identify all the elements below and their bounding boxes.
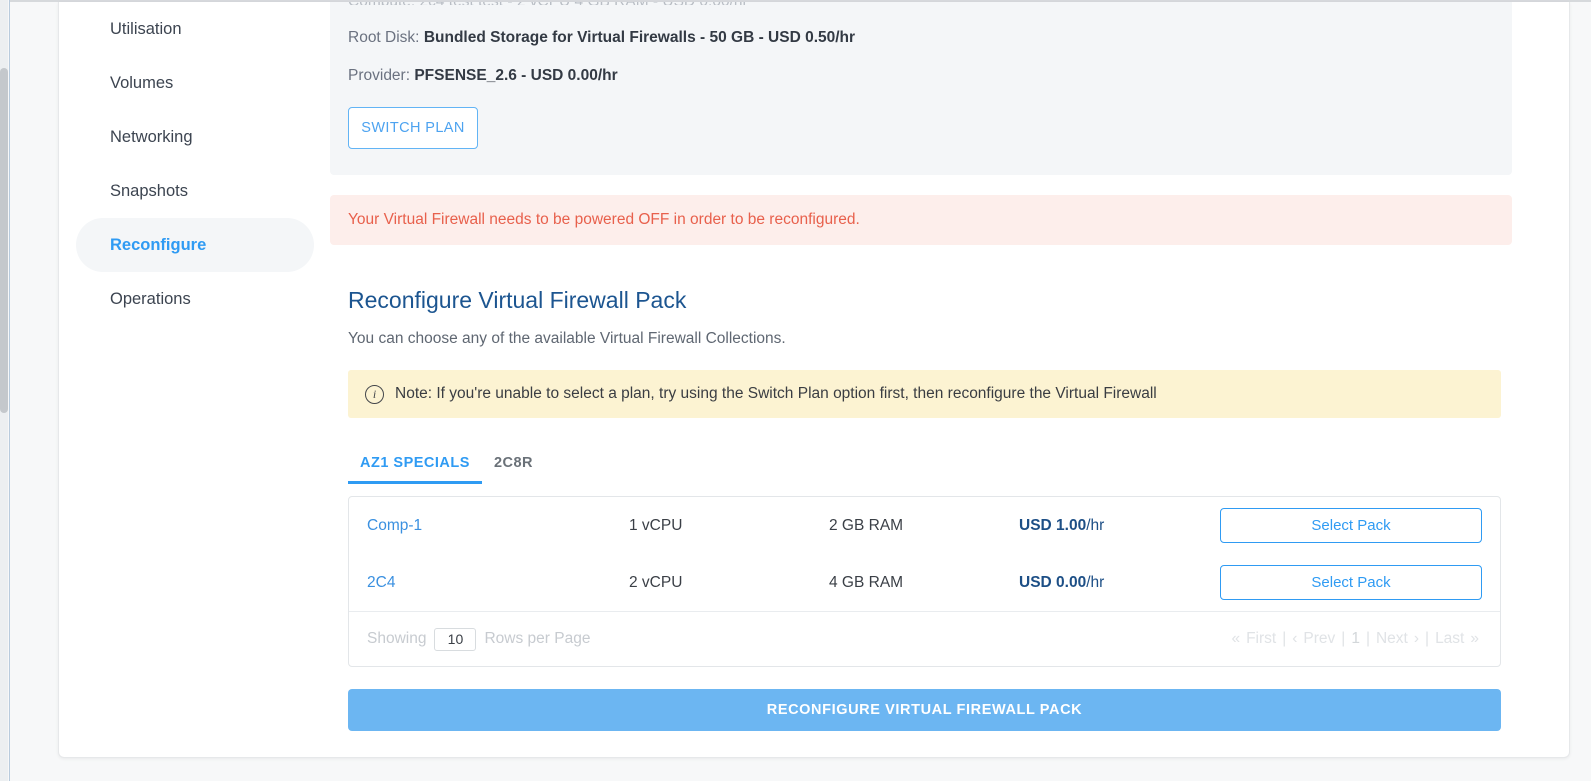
- content-card: Utilisation Volumes Networking Snapshots…: [58, 2, 1570, 758]
- sidebar-nav: Utilisation Volumes Networking Snapshots…: [76, 2, 314, 326]
- sidebar-item-label: Volumes: [110, 74, 173, 93]
- pager-separator: |: [1279, 630, 1289, 648]
- plan-price: USD 1.00/hr: [1019, 517, 1209, 535]
- plan-name-link[interactable]: Comp-1: [367, 517, 629, 535]
- switch-plan-button[interactable]: SWITCH PLAN: [348, 107, 478, 149]
- pager-separator: |: [1338, 630, 1348, 648]
- root-disk-value: Bundled Storage for Virtual Firewalls - …: [424, 29, 855, 46]
- first-chevron-icon[interactable]: «: [1228, 630, 1243, 648]
- plan-action-cell: Select Pack: [1209, 565, 1482, 600]
- sidebar-item-volumes[interactable]: Volumes: [76, 56, 314, 110]
- summary-line-root-disk: Root Disk: Bundled Storage for Virtual F…: [330, 14, 1512, 68]
- plan-price-amount: USD 1.00: [1019, 517, 1086, 534]
- showing-label: Showing: [367, 630, 426, 648]
- sidebar-item-label: Operations: [110, 290, 191, 309]
- error-banner: Your Virtual Firewall needs to be powere…: [330, 195, 1512, 245]
- plan-ram: 4 GB RAM: [829, 574, 1019, 592]
- pager-separator: |: [1363, 630, 1373, 648]
- sidebar-item-networking[interactable]: Networking: [76, 110, 314, 164]
- browser-vertical-scrollbar[interactable]: [0, 0, 8, 781]
- sidebar-item-reconfigure[interactable]: Reconfigure: [76, 218, 314, 272]
- pagination-row: Showing Rows per Page « First | ‹ Prev |…: [349, 611, 1500, 666]
- rows-per-page-label: Rows per Page: [484, 630, 590, 648]
- summary-line-provider: Provider: PFSENSE_2.6 - USD 0.00/hr: [330, 68, 1512, 108]
- plan-collection-tabs: AZ1 SPECIALS 2C8R: [348, 448, 1512, 484]
- pager-prev-button[interactable]: Prev: [1300, 630, 1338, 648]
- tab-2c8r[interactable]: 2C8R: [482, 455, 545, 484]
- plan-price-unit: /hr: [1086, 574, 1104, 591]
- prev-chevron-icon[interactable]: ‹: [1289, 630, 1300, 648]
- pager-next-button[interactable]: Next: [1373, 630, 1411, 648]
- plan-summary-panel: Compute: 2c4 test test - 2 vCPU 4 GB RAM…: [330, 2, 1512, 175]
- sidebar-item-label: Utilisation: [110, 20, 182, 39]
- plan-cpu: 1 vCPU: [629, 517, 829, 535]
- main-column: Compute: 2c4 test test - 2 vCPU 4 GB RAM…: [330, 2, 1512, 731]
- provider-value: PFSENSE_2.6 - USD 0.00/hr: [414, 67, 617, 84]
- sidebar-item-operations[interactable]: Operations: [76, 272, 314, 326]
- plan-cpu: 2 vCPU: [629, 574, 829, 592]
- sidebar-item-label: Networking: [110, 128, 193, 147]
- note-text: Note: If you're unable to select a plan,…: [395, 385, 1157, 403]
- sidebar-item-utilisation[interactable]: Utilisation: [76, 2, 314, 56]
- sidebar-item-label: Reconfigure: [110, 236, 206, 255]
- pager-last-button[interactable]: Last: [1432, 630, 1467, 648]
- table-row[interactable]: 2C4 2 vCPU 4 GB RAM USD 0.00/hr Select P…: [349, 554, 1500, 611]
- root-disk-label: Root Disk:: [348, 29, 420, 46]
- tab-az1-specials[interactable]: AZ1 SPECIALS: [348, 455, 482, 484]
- select-pack-button[interactable]: Select Pack: [1220, 508, 1482, 543]
- select-pack-button[interactable]: Select Pack: [1220, 565, 1482, 600]
- note-banner: i Note: If you're unable to select a pla…: [348, 370, 1501, 418]
- last-chevron-icon[interactable]: »: [1467, 630, 1482, 648]
- plan-price-unit: /hr: [1086, 517, 1104, 534]
- table-row[interactable]: Comp-1 1 vCPU 2 GB RAM USD 1.00/hr Selec…: [349, 497, 1500, 554]
- plan-name-link[interactable]: 2C4: [367, 574, 629, 592]
- provider-label: Provider:: [348, 67, 410, 84]
- pager-controls: « First | ‹ Prev | 1 | Next › | Last »: [1228, 630, 1482, 648]
- info-circle-icon: i: [365, 385, 384, 404]
- plan-table: Comp-1 1 vCPU 2 GB RAM USD 1.00/hr Selec…: [348, 496, 1501, 667]
- page-title: Reconfigure Virtual Firewall Pack: [348, 287, 1512, 314]
- page-subtitle: You can choose any of the available Virt…: [348, 330, 1512, 348]
- summary-line-compute-clipped: Compute: 2c4 test test - 2 vCPU 4 GB RAM…: [330, 2, 1512, 5]
- plan-action-cell: Select Pack: [1209, 508, 1482, 543]
- pager-first-button[interactable]: First: [1243, 630, 1279, 648]
- pager-separator: |: [1422, 630, 1432, 648]
- page-left-border: [9, 0, 10, 781]
- pager-current-page[interactable]: 1: [1348, 630, 1363, 648]
- next-chevron-icon[interactable]: ›: [1411, 630, 1422, 648]
- plan-price: USD 0.00/hr: [1019, 574, 1209, 592]
- app-screen: Utilisation Volumes Networking Snapshots…: [0, 0, 1591, 781]
- rows-per-page-group: Showing Rows per Page: [367, 628, 590, 651]
- sidebar-item-label: Snapshots: [110, 182, 188, 201]
- reconfigure-virtual-firewall-pack-button[interactable]: RECONFIGURE VIRTUAL FIREWALL PACK: [348, 689, 1501, 731]
- plan-ram: 2 GB RAM: [829, 517, 1019, 535]
- error-banner-text: Your Virtual Firewall needs to be powere…: [348, 211, 860, 229]
- scrollbar-thumb[interactable]: [0, 68, 8, 413]
- sidebar-item-snapshots[interactable]: Snapshots: [76, 164, 314, 218]
- plan-price-amount: USD 0.00: [1019, 574, 1086, 591]
- rows-per-page-input[interactable]: [434, 628, 476, 651]
